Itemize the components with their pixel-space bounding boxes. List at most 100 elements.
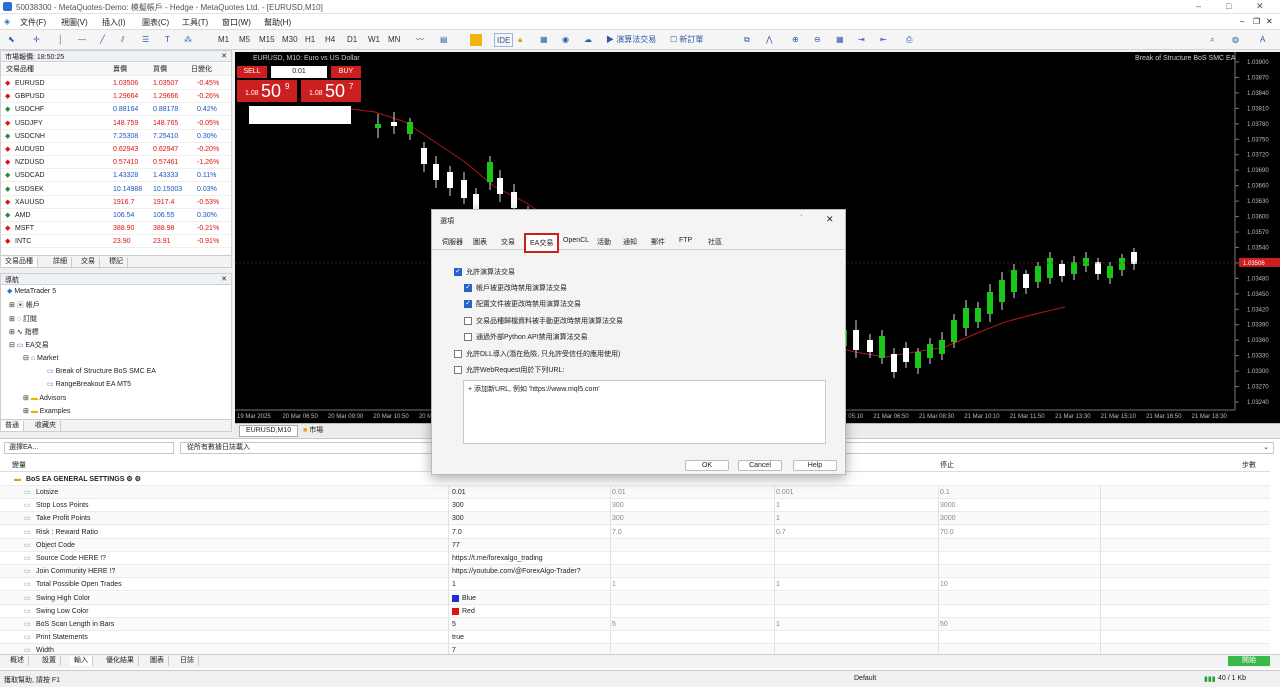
- param-val[interactable]: 300: [452, 512, 464, 525]
- help-button[interactable]: Help: [793, 460, 837, 471]
- param-stop[interactable]: 0.1: [940, 486, 950, 499]
- ok-button[interactable]: OK: [685, 460, 729, 471]
- tf-w1[interactable]: W1: [366, 33, 382, 47]
- param-stop[interactable]: 70.0: [940, 526, 954, 539]
- language-icon[interactable]: A: [1260, 33, 1265, 47]
- menu-insert[interactable]: 插入(I): [102, 17, 126, 28]
- signal-chart-icon[interactable]: ⋀: [766, 33, 773, 47]
- nav-experts[interactable]: ⊟ ▭ EA交易: [9, 340, 49, 350]
- trendline-icon[interactable]: ╱: [100, 33, 105, 47]
- market-watch-row[interactable]: ◆ USDCHF 0.88164 0.88178 0.42%: [1, 103, 231, 117]
- depth-icon[interactable]: ⧉: [744, 33, 750, 47]
- tf-m1[interactable]: M1: [216, 33, 231, 47]
- tf-h4[interactable]: H4: [323, 33, 337, 47]
- param-start[interactable]: 0.01: [612, 486, 626, 499]
- new-order-button[interactable]: ☐ 新訂單: [668, 33, 705, 47]
- crosshair-icon[interactable]: ✛: [33, 33, 40, 47]
- dtab-expert-advisors[interactable]: EA交易: [524, 233, 560, 253]
- maximize-button[interactable]: □: [1226, 1, 1231, 11]
- param-stop[interactable]: 3000: [940, 512, 956, 525]
- dtab-community[interactable]: 社區: [708, 237, 722, 247]
- market-watch-row[interactable]: ◆ USDJPY 148.759 148.765 -0.05%: [1, 117, 231, 130]
- col-bid[interactable]: 賣價: [113, 63, 127, 76]
- tab-details[interactable]: 詳細: [49, 257, 72, 267]
- param-val[interactable]: 7.0: [452, 526, 462, 539]
- dialog-restore-icon[interactable]: ˊ: [800, 214, 803, 223]
- url-list[interactable]: + 添加新URL, 例如 'https://www.mql5.com': [463, 380, 826, 444]
- color-swatch[interactable]: [452, 594, 459, 602]
- param-stop[interactable]: 50: [940, 618, 948, 631]
- market-icon[interactable]: ▦: [540, 33, 548, 47]
- tf-m5[interactable]: M5: [237, 33, 252, 47]
- chart-tab-eurusd[interactable]: EURUSD,M10: [239, 425, 299, 437]
- param-row[interactable]: ▭ Take Profit Points 300 300 1 3000: [0, 512, 1270, 526]
- restore-sub-button[interactable]: ❐: [1253, 17, 1260, 26]
- menu-window[interactable]: 窗口(W): [222, 17, 251, 28]
- param-val[interactable]: 1: [452, 578, 456, 591]
- tab-journal[interactable]: 日誌: [176, 656, 199, 666]
- nav-examples[interactable]: ⊞ ▬ Examples: [23, 407, 71, 415]
- param-start[interactable]: 7.0: [612, 526, 622, 539]
- tab-optimization[interactable]: 優化結果: [102, 656, 139, 666]
- market-watch-row[interactable]: ◆ NZDUSD 0.57410 0.57461 -1.26%: [1, 156, 231, 170]
- option-checkbox[interactable]: ✓ 允許演算法交易: [454, 267, 515, 277]
- dtab-opencl[interactable]: OpenCL: [563, 237, 589, 244]
- param-stop[interactable]: 10: [940, 578, 948, 591]
- search-icon[interactable]: ⌕: [1210, 33, 1214, 47]
- zoom-out-icon[interactable]: ⊖: [814, 33, 821, 47]
- option-checkbox[interactable]: ✓ 配置文件被更改時禁用演算法交易: [464, 299, 581, 309]
- nav-advisors[interactable]: ⊞ ▬ Advisors: [23, 394, 66, 402]
- dialog-close-icon[interactable]: ✕: [826, 214, 834, 225]
- param-row[interactable]: ▭ Lotsize 0.01 0.01 0.001 0.1: [0, 486, 1270, 499]
- tab-graph[interactable]: 圖表: [146, 656, 169, 666]
- algo-trading-button[interactable]: ▶ 演算法交易: [604, 33, 658, 47]
- lock-icon[interactable]: 🔒︎: [518, 33, 522, 47]
- lot-input[interactable]: 0.01: [271, 66, 327, 78]
- param-start[interactable]: 5: [612, 618, 616, 631]
- nav-indicators[interactable]: ⊞ ∿ 指標: [9, 327, 39, 337]
- option-checkbox[interactable]: ✓ 帳戶被更改時禁用演算法交易: [464, 283, 567, 293]
- param-val[interactable]: Blue: [462, 592, 476, 605]
- zoom-in-icon[interactable]: ⊕: [792, 33, 799, 47]
- color-icon[interactable]: [470, 34, 482, 46]
- market-watch-row[interactable]: ◆ INTC 23.90 23.91 -0.91%: [1, 235, 231, 249]
- dtab-charts[interactable]: 圖表: [473, 237, 487, 247]
- close-navigator-icon[interactable]: ✕: [221, 275, 227, 283]
- param-row[interactable]: ▭ Risk : Reward Ratio 7.0 7.0 0.7 70.0: [0, 526, 1270, 539]
- param-val[interactable]: true: [452, 631, 464, 644]
- cancel-button[interactable]: Cancel: [738, 460, 782, 471]
- unchecked-icon[interactable]: [464, 333, 472, 341]
- col-change[interactable]: 日變化: [191, 63, 212, 76]
- tf-h1[interactable]: H1: [303, 33, 317, 47]
- tab-settings[interactable]: 設置: [38, 656, 61, 666]
- param-step[interactable]: 1: [776, 512, 780, 525]
- col-ask[interactable]: 買價: [153, 63, 167, 76]
- sell-price-box[interactable]: 1.08 50 9: [237, 80, 297, 102]
- checked-icon[interactable]: ✓: [464, 284, 472, 292]
- param-start[interactable]: 1: [612, 578, 616, 591]
- param-val[interactable]: Red: [462, 605, 475, 618]
- signals-icon[interactable]: ◉: [562, 33, 569, 47]
- menu-tools[interactable]: 工具(T): [182, 17, 208, 28]
- option-checkbox[interactable]: 允許DLL導入(潛在危險, 只允許受信任的應用使用): [454, 349, 620, 359]
- nav-root[interactable]: ◆ MetaTrader 5: [7, 287, 56, 295]
- nav-subscriptions[interactable]: ⊞ ◌ 訂閱: [9, 314, 37, 324]
- nav-accounts[interactable]: ⊞ ▣ 帳戶: [9, 300, 40, 310]
- min-sub-button[interactable]: –: [1240, 17, 1244, 26]
- dtab-trade[interactable]: 交易: [501, 237, 515, 247]
- param-row[interactable]: ▭ Object Code 77: [0, 538, 1270, 552]
- param-val[interactable]: 77: [452, 539, 460, 552]
- tf-m30[interactable]: M30: [280, 33, 300, 47]
- close-window-button[interactable]: ✕: [1256, 1, 1264, 12]
- unchecked-icon[interactable]: [454, 350, 462, 358]
- tab-favorites[interactable]: 收藏夾: [31, 421, 61, 431]
- checked-icon[interactable]: ✓: [454, 268, 462, 276]
- ea-select[interactable]: 選擇EA...: [4, 442, 174, 454]
- param-val[interactable]: 300: [452, 499, 464, 512]
- buy-button[interactable]: BUY: [331, 66, 361, 78]
- tab-inputs[interactable]: 輸入: [70, 656, 93, 666]
- ide-button[interactable]: IDE: [494, 33, 514, 47]
- menu-file[interactable]: 文件(F): [20, 17, 46, 28]
- chart-type-icon[interactable]: ▤: [440, 33, 448, 47]
- param-row[interactable]: ▭ Total Possible Open Trades 1 1 1 10: [0, 578, 1270, 592]
